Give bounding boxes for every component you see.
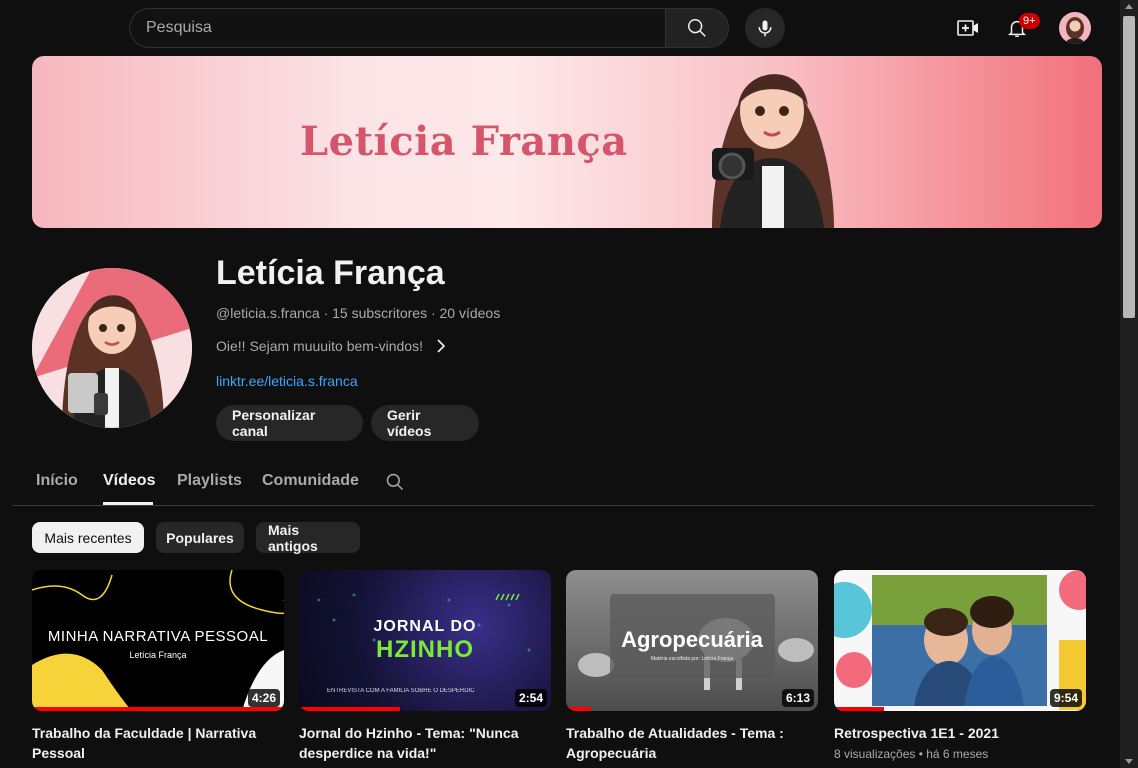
channel-description-text: Oie!! Sejam muuuito bem-vindos!: [216, 338, 423, 354]
channel-avatar[interactable]: [32, 268, 192, 428]
notification-badge: 9+: [1019, 13, 1040, 29]
video-card[interactable]: MINHA NARRATIVA PESSOAL Letícia França 4…: [32, 570, 284, 763]
scroll-down-icon[interactable]: [1125, 759, 1133, 764]
video-thumbnail[interactable]: JORNAL DO HZINHO ENTREVISTA COM A FAMÍLI…: [299, 570, 551, 711]
video-duration: 2:54: [514, 689, 547, 707]
customize-channel-button[interactable]: Personalizar canal: [216, 405, 363, 441]
voice-search-button[interactable]: [745, 8, 785, 48]
manage-videos-button[interactable]: Gerir vídeos: [371, 405, 479, 441]
watch-progress-bar: [32, 707, 284, 711]
video-duration: 6:13: [781, 689, 814, 707]
chip-most-recent[interactable]: Mais recentes: [32, 522, 144, 553]
video-thumbnail[interactable]: Agropecuária Matéria escolhida por: Letí…: [566, 570, 818, 711]
video-add-icon: [957, 20, 978, 36]
search-icon: [688, 19, 706, 37]
banner-title: Letícia França: [300, 118, 628, 165]
thumbnail-subtitle: Matéria escolhida por: Letícia França: [650, 656, 734, 662]
top-bar: 9+: [0, 0, 1120, 56]
video-title[interactable]: Retrospectiva 1E1 - 2021: [834, 723, 1086, 743]
video-card[interactable]: JORNAL DO HZINHO ENTREVISTA COM A FAMÍLI…: [299, 570, 551, 763]
create-button[interactable]: [948, 8, 988, 48]
video-card[interactable]: 9:54 Retrospectiva 1E1 - 2021 8 visualiz…: [834, 570, 1086, 761]
page-scrollbar[interactable]: [1120, 0, 1138, 768]
search-input[interactable]: [130, 9, 666, 47]
search-icon[interactable]: [385, 472, 405, 492]
watch-progress-bar: [834, 707, 885, 711]
video-title[interactable]: Trabalho de Atualidades - Tema : Agropec…: [566, 723, 818, 763]
tab-playlists[interactable]: Playlists: [177, 472, 242, 490]
scroll-up-icon[interactable]: [1125, 4, 1133, 9]
watch-progress-bar: [299, 707, 400, 711]
banner-illustration: [712, 73, 834, 228]
video-meta: 8 visualizações • há 6 meses: [834, 747, 989, 761]
video-thumbnail[interactable]: MINHA NARRATIVA PESSOAL Letícia França 4…: [32, 570, 284, 711]
chip-oldest[interactable]: Mais antigos: [256, 522, 360, 554]
account-avatar[interactable]: [1059, 12, 1091, 44]
video-thumbnail[interactable]: 9:54: [834, 570, 1086, 711]
search-button[interactable]: [665, 8, 729, 48]
thumbnail-subtitle: Letícia França: [129, 650, 187, 660]
channel-meta: @leticia.s.franca · 15 subscritores · 20…: [216, 305, 501, 321]
video-duration: 4:26: [247, 689, 280, 707]
scrollbar-thumb[interactable]: [1123, 16, 1135, 318]
video-title[interactable]: Jornal do Hzinho - Tema: "Nunca desperdi…: [299, 723, 551, 763]
channel-name: Letícia França: [216, 254, 445, 292]
tab-inicio[interactable]: Início: [36, 472, 78, 490]
video-card[interactable]: Agropecuária Matéria escolhida por: Letí…: [566, 570, 818, 763]
chip-popular[interactable]: Populares: [156, 522, 244, 553]
video-duration: 9:54: [1049, 689, 1082, 707]
thumbnail-title: JORNAL DO: [373, 618, 477, 635]
channel-link[interactable]: linktr.ee/leticia.s.franca: [216, 373, 358, 389]
channel-tabs: Início Vídeos Playlists Comunidade: [12, 458, 1094, 506]
video-title[interactable]: Trabalho da Faculdade | Narrativa Pessoa…: [32, 723, 284, 763]
thumbnail-title-2: HZINHO: [376, 636, 474, 663]
watch-progress-bar: [566, 707, 592, 711]
channel-banner: Letícia França: [32, 56, 1102, 228]
chevron-right-icon: [437, 339, 446, 353]
channel-description[interactable]: Oie!! Sejam muuuito bem-vindos!: [216, 338, 447, 354]
search-box[interactable]: [129, 8, 666, 48]
microphone-icon: [758, 20, 772, 37]
thumbnail-title: MINHA NARRATIVA PESSOAL: [47, 628, 269, 645]
thumbnail-subtitle: ENTREVISTA COM A FAMÍLIA SOBRE O DESPERD…: [327, 688, 475, 694]
tab-comunidade[interactable]: Comunidade: [262, 472, 359, 490]
tab-videos[interactable]: Vídeos: [103, 472, 155, 490]
thumbnail-title: Agropecuária: [621, 627, 763, 652]
active-tab-indicator: [103, 502, 153, 505]
